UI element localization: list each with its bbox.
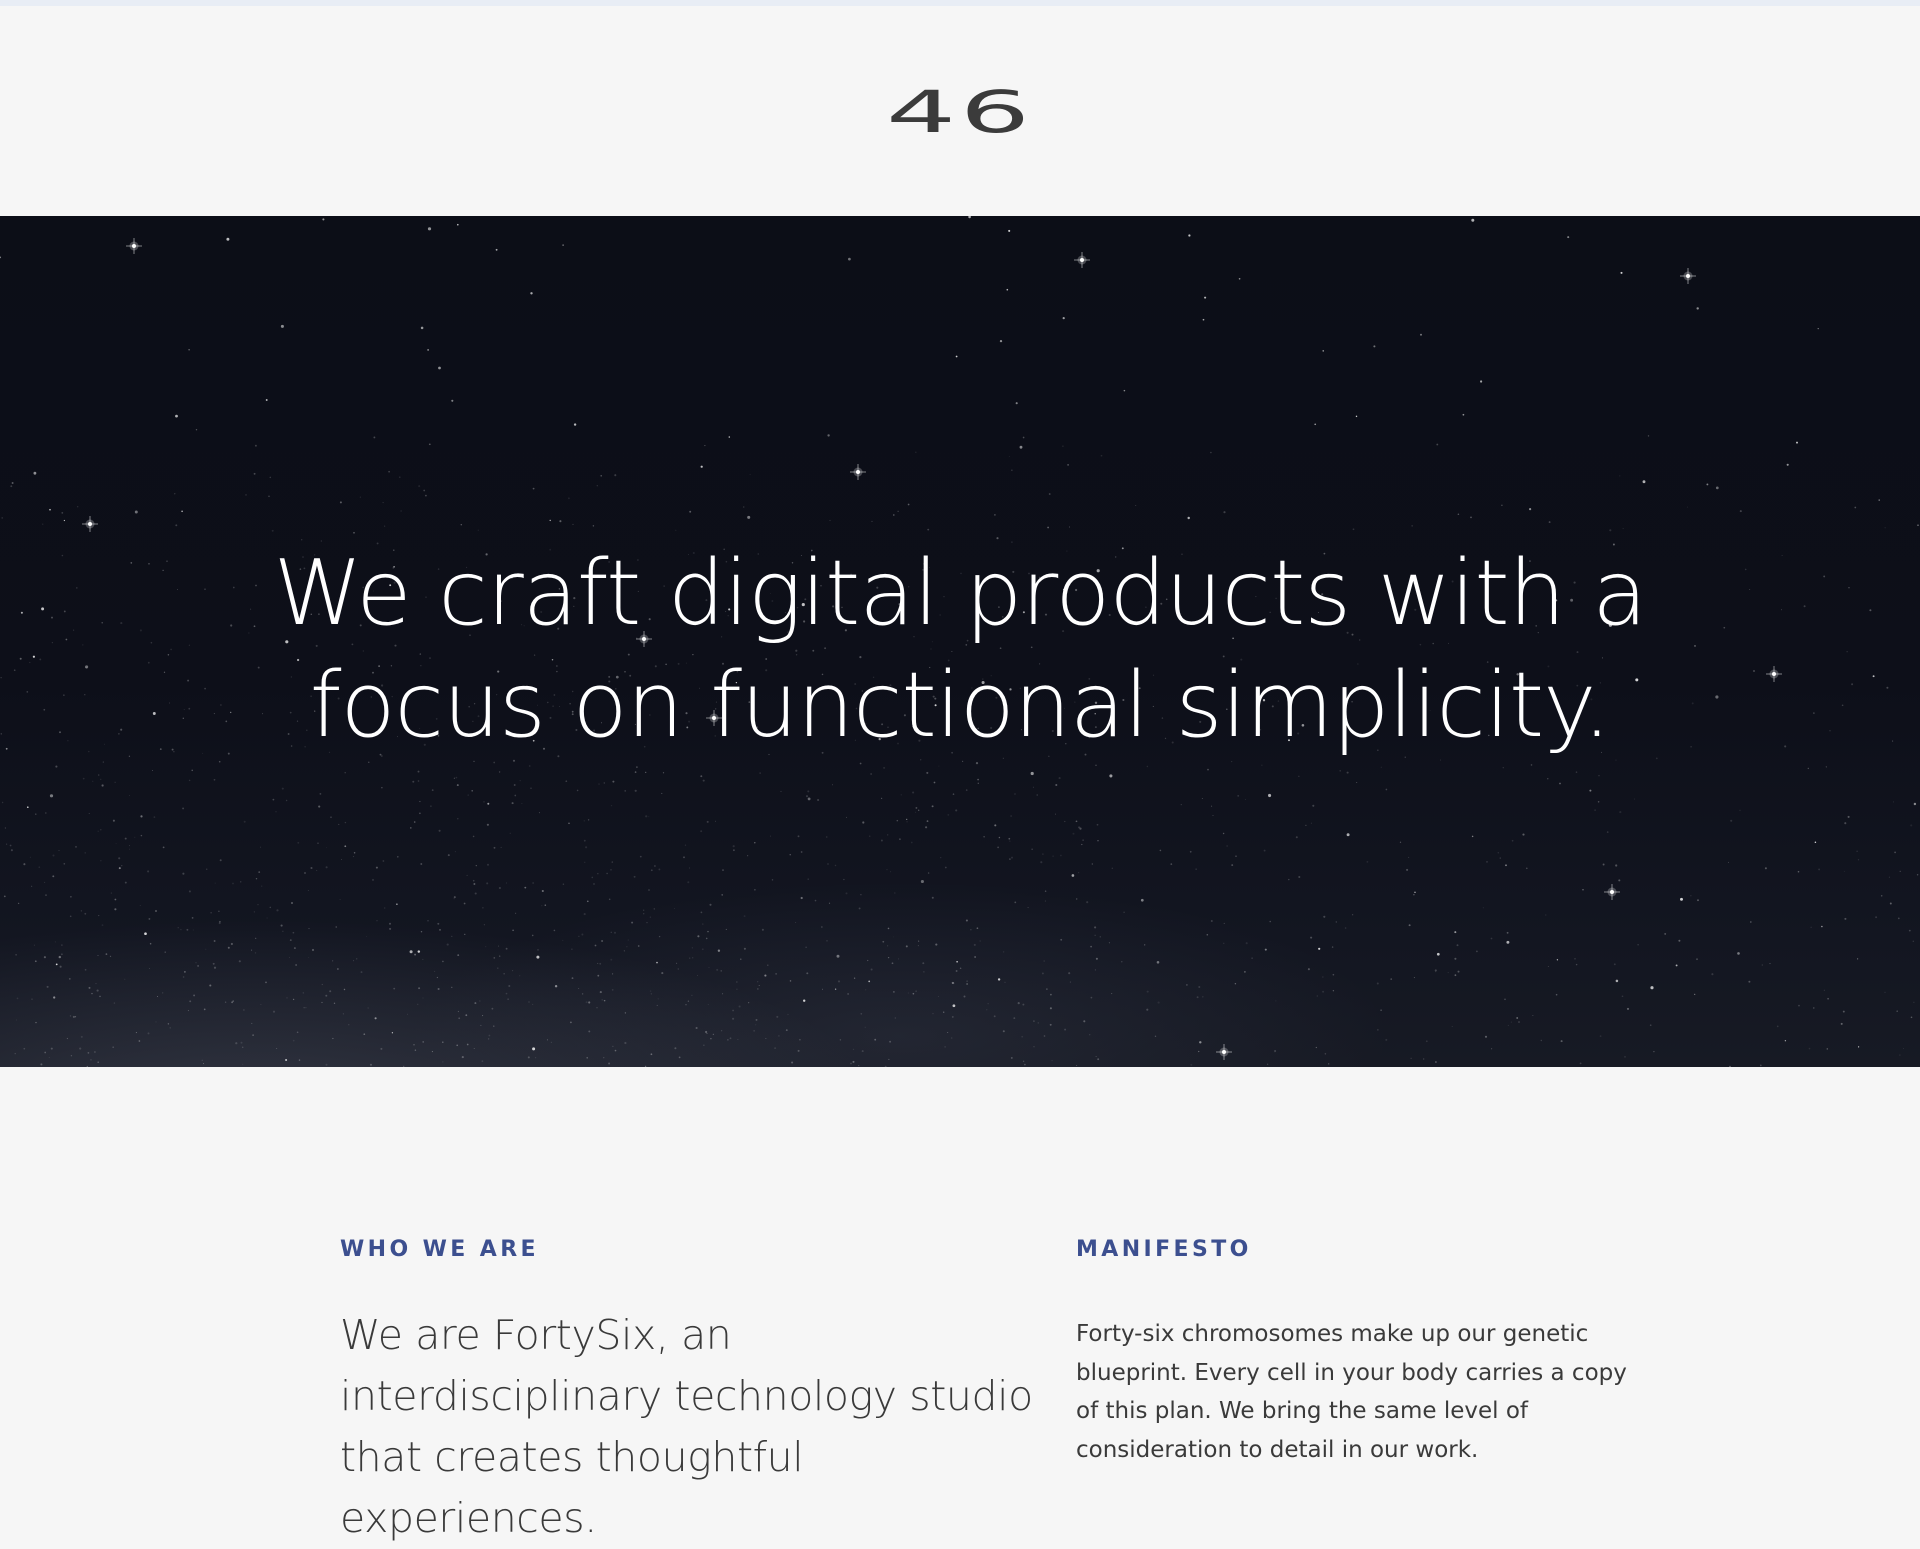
hero-section: We craft digital products with a focus o… (0, 216, 1920, 1067)
who-we-are-label: WHO WE ARE (340, 1237, 539, 1262)
site-header: 46 (0, 6, 1920, 216)
manifesto-label: MANIFESTO (1076, 1237, 1252, 1262)
hero-headline-line-2: focus on functional simplicity. (309, 653, 1611, 758)
manifesto-column: MANIFESTO Forty-six chromosomes make up … (1076, 1237, 1636, 1469)
hero-headline-line-1: We craft digital products with a (273, 541, 1648, 646)
hero-headline: We craft digital products with a focus o… (0, 538, 1920, 762)
about-section: WHO WE ARE We are FortySix, an interdisc… (0, 1067, 1920, 1542)
who-we-are-text: We are FortySix, an interdisciplinary te… (340, 1311, 1033, 1542)
who-we-are-column: WHO WE ARE We are FortySix, an interdisc… (340, 1237, 1040, 1549)
site-logo[interactable]: 46 (886, 83, 1034, 141)
manifesto-text: Forty-six chromosomes make up our geneti… (1076, 1321, 1627, 1463)
